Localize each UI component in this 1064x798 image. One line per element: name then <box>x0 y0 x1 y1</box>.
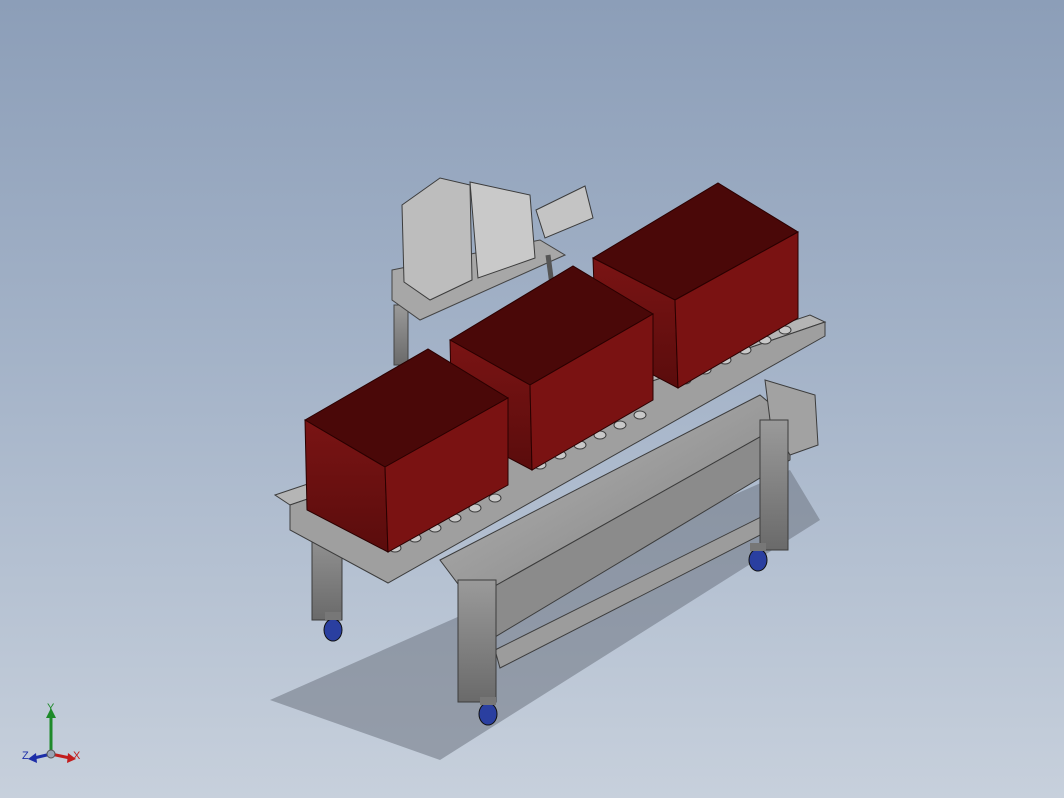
caster-wheel <box>748 548 768 572</box>
z-axis-label: Z <box>22 750 29 762</box>
z-axis-arrow <box>28 753 37 763</box>
caster-bracket <box>480 697 496 705</box>
caster-bracket <box>325 612 341 620</box>
display-panel <box>535 185 594 239</box>
roller <box>633 410 647 420</box>
leg-front-mid <box>457 579 497 703</box>
triad-origin <box>46 749 56 759</box>
3d-model-view[interactable] <box>0 0 1064 798</box>
roller <box>488 493 502 503</box>
caster-wheel <box>478 702 498 726</box>
roller <box>613 420 627 430</box>
leg-back-right <box>759 419 789 551</box>
support-column <box>393 304 409 366</box>
x-axis-label: X <box>73 750 81 762</box>
graphics-viewport[interactable]: Y X Z <box>0 0 1064 798</box>
scale-housing <box>401 177 473 301</box>
y-axis-label: Y <box>47 702 55 714</box>
orientation-triad[interactable]: Y X Z <box>18 700 88 770</box>
caster-bracket <box>750 543 766 551</box>
caster-wheel <box>323 618 343 642</box>
